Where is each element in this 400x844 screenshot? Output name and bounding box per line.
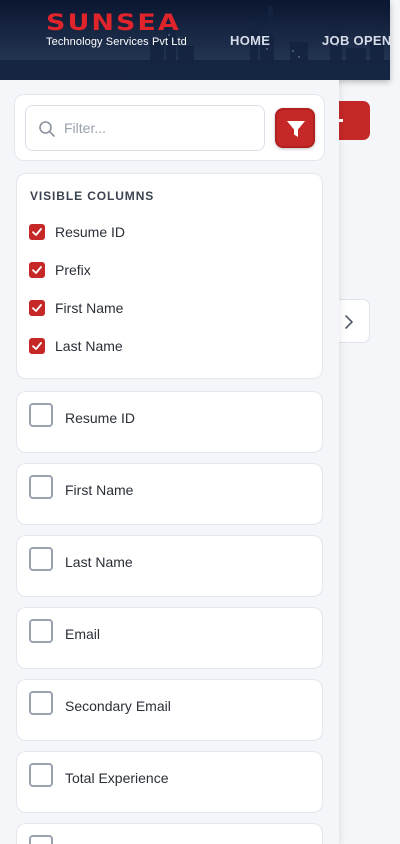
column-option-card[interactable]: Email bbox=[16, 607, 323, 669]
logo-tagline: Technology Services Pvt Ltd bbox=[46, 36, 187, 48]
unchecked-checkbox-icon[interactable] bbox=[29, 835, 53, 844]
column-option-card[interactable]: Resume ID bbox=[16, 391, 323, 453]
visible-columns-box: VISIBLE COLUMNS Resume ID Prefix First N… bbox=[16, 173, 323, 379]
column-option-card[interactable]: Secondary Email bbox=[16, 679, 323, 741]
company-logo[interactable]: SUNSEA Technology Services Pvt Ltd bbox=[46, 12, 187, 48]
unchecked-checkbox-icon[interactable] bbox=[29, 619, 53, 643]
visible-column-item[interactable]: Prefix bbox=[29, 260, 91, 280]
visible-column-item[interactable]: Last Name bbox=[29, 336, 123, 356]
column-option-label: First Name bbox=[65, 482, 134, 498]
column-option-label: Total Experience bbox=[65, 770, 169, 786]
column-option-label: Resume ID bbox=[65, 410, 136, 426]
checked-checkbox-icon[interactable] bbox=[29, 338, 45, 354]
search-icon bbox=[39, 121, 55, 137]
logo-wordmark: SUNSEA bbox=[46, 10, 181, 36]
nav-job-openings[interactable]: JOB OPENI bbox=[322, 33, 390, 48]
checked-checkbox-icon[interactable] bbox=[29, 300, 45, 316]
column-option-card[interactable] bbox=[16, 823, 323, 844]
column-option-label: Secondary Email bbox=[65, 698, 171, 714]
funnel-icon bbox=[287, 121, 305, 137]
column-option-card[interactable]: First Name bbox=[16, 463, 323, 525]
nav-home[interactable]: HOME bbox=[230, 33, 270, 48]
search-field[interactable] bbox=[25, 105, 265, 151]
visible-column-label: Prefix bbox=[55, 262, 91, 278]
visible-column-item[interactable]: Resume ID bbox=[29, 222, 125, 242]
filter-button[interactable] bbox=[275, 108, 315, 148]
unchecked-checkbox-icon[interactable] bbox=[29, 403, 53, 427]
unchecked-checkbox-icon[interactable] bbox=[29, 763, 53, 787]
column-option-card[interactable]: Last Name bbox=[16, 535, 323, 597]
visible-columns-title: VISIBLE COLUMNS bbox=[30, 189, 155, 203]
column-option-label: Last Name bbox=[65, 554, 133, 570]
column-option-label: Email bbox=[65, 626, 101, 642]
checked-checkbox-icon[interactable] bbox=[29, 224, 45, 240]
visible-column-item[interactable]: First Name bbox=[29, 298, 123, 318]
checked-checkbox-icon[interactable] bbox=[29, 262, 45, 278]
filter-bar bbox=[14, 94, 325, 161]
visible-column-label: Resume ID bbox=[55, 224, 126, 240]
unchecked-checkbox-icon[interactable] bbox=[29, 475, 53, 499]
unchecked-checkbox-icon[interactable] bbox=[29, 691, 53, 715]
visible-column-label: First Name bbox=[55, 300, 124, 316]
visible-column-label: Last Name bbox=[55, 338, 123, 354]
unchecked-checkbox-icon[interactable] bbox=[29, 547, 53, 571]
search-input[interactable] bbox=[64, 106, 260, 150]
column-chooser-panel: VISIBLE COLUMNS Resume ID Prefix First N… bbox=[0, 80, 339, 844]
chevron-right-icon bbox=[345, 315, 353, 329]
site-header: SUNSEA Technology Services Pvt Ltd HOME … bbox=[0, 0, 390, 80]
column-option-card[interactable]: Total Experience bbox=[16, 751, 323, 813]
